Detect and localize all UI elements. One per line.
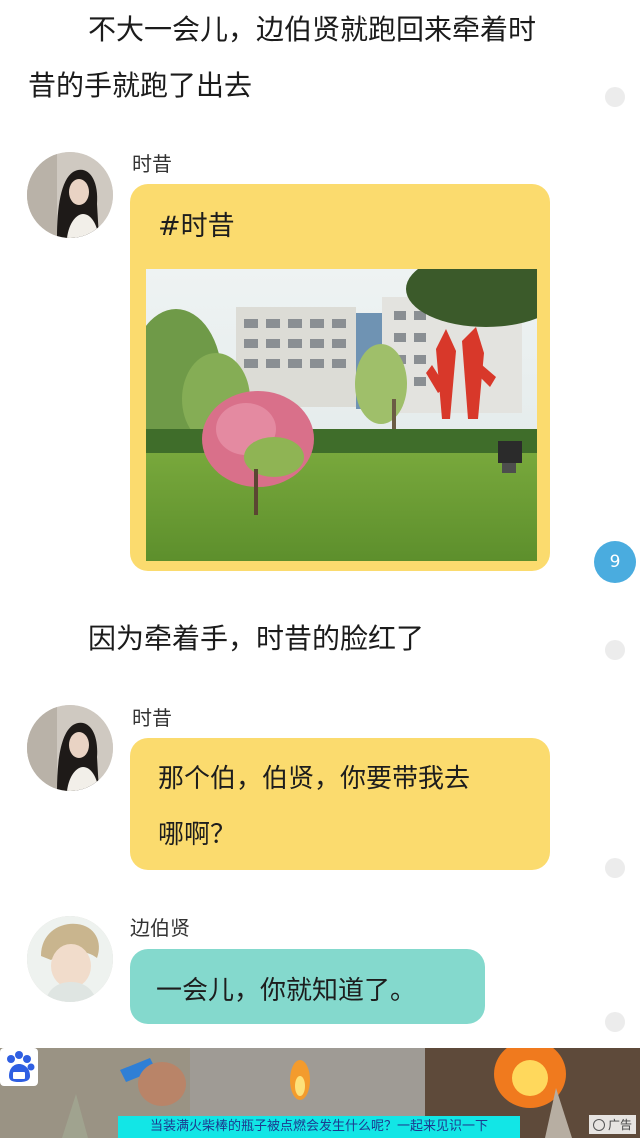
narration-line: 昔的手就跑了出去 [28, 69, 253, 102]
ad-badge[interactable]: 广告 [588, 1115, 636, 1134]
message-bubble[interactable]: 那个伯，伯贤，你要带我去 哪啊？ [130, 738, 550, 870]
ad-badge-label: 广告 [607, 1118, 632, 1132]
message-text: 那个伯，伯贤，你要带我去 [158, 764, 471, 794]
comment-dot[interactable] [605, 87, 625, 107]
speaker-name: 时昔 [132, 152, 172, 176]
comment-dot[interactable] [605, 640, 625, 660]
speaker-name: 时昔 [132, 706, 172, 730]
hashtag-label: #时昔 [158, 211, 235, 242]
speaker-name: 边伯贤 [130, 916, 190, 940]
ad-banner[interactable]: 当装满火柴棒的瓶子被点燃会发生什么呢？一起来见识一下 广告 [0, 1048, 640, 1138]
narration-line: 因为牵着手，时昔的脸红了 [88, 622, 425, 655]
message-bubble[interactable]: 一会儿，你就知道了。 [130, 949, 485, 1024]
baidu-paw-icon [7, 1051, 35, 1082]
girl-portrait-icon [27, 705, 113, 791]
ad-caption[interactable]: 当装满火柴棒的瓶子被点燃会发生什么呢？一起来见识一下 [118, 1116, 520, 1138]
campus-photo[interactable] [146, 269, 537, 561]
baidu-logo [0, 1048, 38, 1086]
message-text: 哪啊？ [158, 820, 237, 850]
comment-dot[interactable] [605, 858, 625, 878]
girl-portrait-icon [27, 152, 113, 238]
comment-count-badge[interactable]: 9 [594, 541, 636, 583]
narration-line: 不大一会儿，边伯贤就跑回来牵着时 [88, 13, 537, 46]
boy-portrait-icon [27, 916, 113, 1002]
comment-dot[interactable] [605, 1012, 625, 1032]
ad-info-icon [592, 1118, 605, 1131]
message-text: 一会儿，你就知道了。 [156, 976, 417, 1006]
avatar-shixi[interactable] [27, 152, 113, 238]
image-message-bubble[interactable]: #时昔 [130, 184, 550, 571]
avatar-shixi[interactable] [27, 705, 113, 791]
avatar-bianboxian[interactable] [27, 916, 113, 1002]
